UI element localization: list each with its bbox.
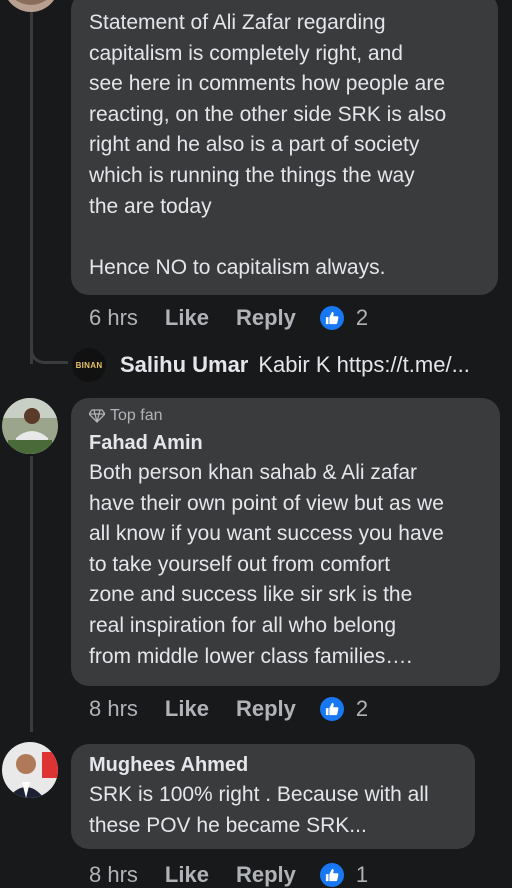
reply-button[interactable]: Reply xyxy=(236,862,296,888)
reaction-number: 2 xyxy=(355,305,369,330)
avatar: BINAN xyxy=(72,348,106,382)
comment-bubble: Top fan Fahad Amin Both person khan saha… xyxy=(71,398,500,686)
comment-text: Both person khan sahab & Ali zafar have … xyxy=(89,461,444,668)
comment-actions: 6 hrs Like Reply 2 xyxy=(89,305,368,331)
comment-text: Statement of Ali Zafar regarding capital… xyxy=(89,11,447,279)
reply-text: Kabir K https://t.me/... xyxy=(258,352,470,377)
comment-bubble: Statement of Ali Zafar regarding capital… xyxy=(71,0,498,295)
reaction-count[interactable]: 1 xyxy=(319,862,369,888)
thumbs-up-icon xyxy=(319,863,344,887)
comment-actions: 8 hrs Like Reply 1 xyxy=(89,862,368,888)
top-fan-badge: Top fan xyxy=(89,406,482,426)
thread-line xyxy=(30,0,33,364)
thread-branch xyxy=(30,346,68,364)
reply-button[interactable]: Reply xyxy=(236,696,296,722)
avatar[interactable] xyxy=(3,0,59,12)
diamond-icon xyxy=(89,409,105,423)
comment-author[interactable]: Fahad Amin xyxy=(89,430,482,456)
comment-author[interactable]: Mughees Ahmed xyxy=(89,752,457,778)
thumbs-up-icon xyxy=(319,697,344,721)
comment-text: SRK is 100% right . Because with all the… xyxy=(89,783,429,837)
reaction-number: 1 xyxy=(355,862,369,887)
top-fan-label: Top fan xyxy=(110,407,163,424)
like-button[interactable]: Like xyxy=(165,305,209,331)
comment-bubble: Mughees Ahmed SRK is 100% right . Becaus… xyxy=(71,744,475,849)
reply-author[interactable]: Salihu Umar xyxy=(120,352,248,378)
avatar[interactable] xyxy=(2,742,58,798)
comment-time[interactable]: 8 hrs xyxy=(89,862,138,888)
avatar-label: BINAN xyxy=(75,360,103,370)
reaction-count[interactable]: 2 xyxy=(319,696,369,722)
comment-time[interactable]: 6 hrs xyxy=(89,305,138,331)
reaction-count[interactable]: 2 xyxy=(319,305,369,331)
reaction-number: 2 xyxy=(355,696,369,721)
avatar[interactable] xyxy=(2,398,58,454)
reply-button[interactable]: Reply xyxy=(236,305,296,331)
comment-time[interactable]: 8 hrs xyxy=(89,696,138,722)
like-button[interactable]: Like xyxy=(165,696,209,722)
reply-preview[interactable]: BINAN Salihu Umar Kabir K https://t.me/.… xyxy=(72,348,470,382)
like-button[interactable]: Like xyxy=(165,862,209,888)
thread-line xyxy=(30,456,33,732)
comment-actions: 8 hrs Like Reply 2 xyxy=(89,696,368,722)
thumbs-up-icon xyxy=(319,306,344,330)
